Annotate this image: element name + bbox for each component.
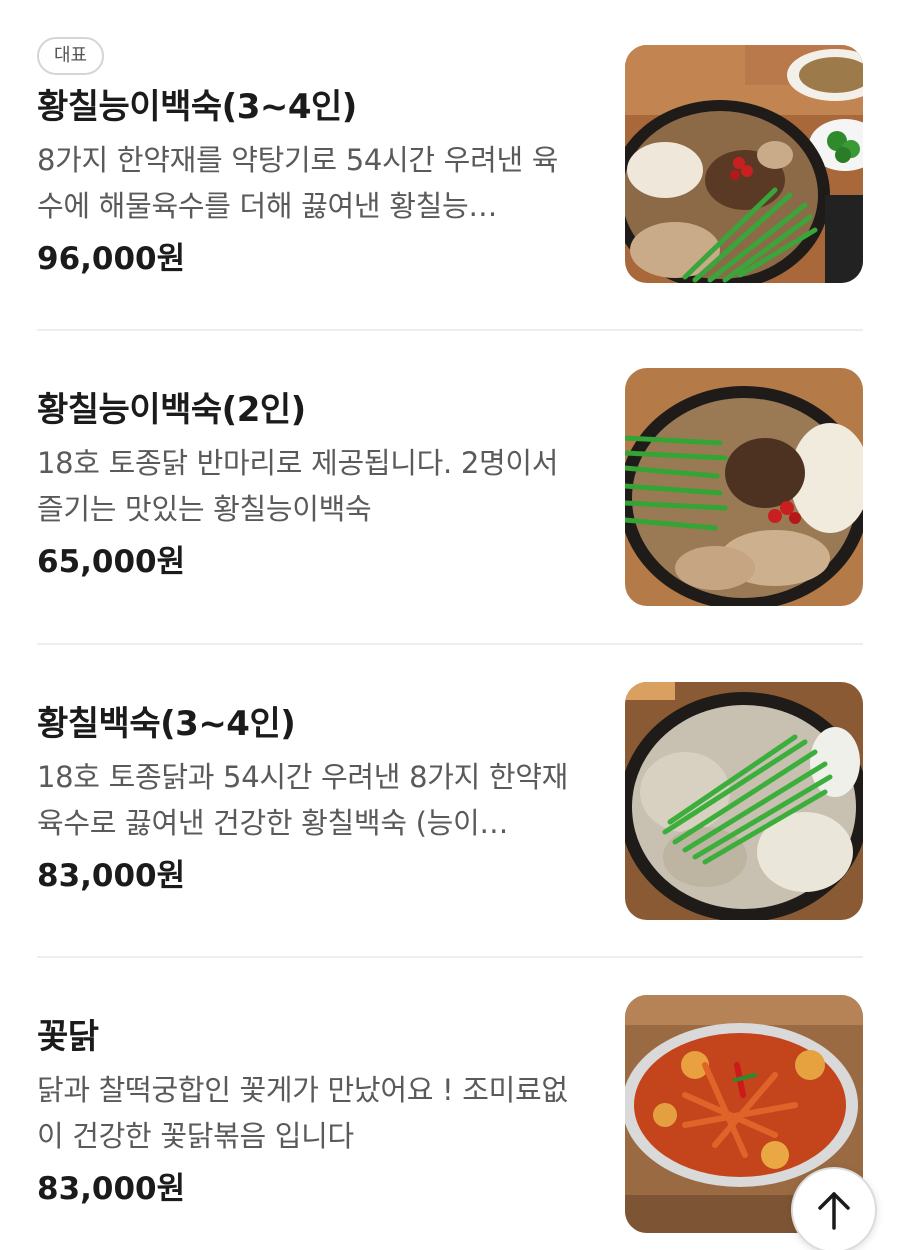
menu-item[interactable]: 황칠백숙(3~4인) 18호 토종닭과 54시간 우려낸 8가지 한약재육수로 …: [37, 682, 863, 922]
divider: [37, 643, 863, 645]
menu-item-text: 대표 황칠능이백숙(3~4인) 8가지 한약재를 약탕기로 54시간 우려낸 육…: [37, 37, 597, 279]
menu-item-photo[interactable]: [625, 368, 863, 606]
menu-item-price: 96,000원: [37, 241, 186, 277]
menu-item-title: 황칠능이백숙(2인): [37, 390, 306, 430]
menu-item-title: 황칠백숙(3~4인): [37, 704, 296, 744]
menu-item-description: 18호 토종닭 반마리로 제공됩니다. 2명이서 즐기는 맛있는 황칠능이백숙: [37, 446, 559, 526]
food-image: [625, 368, 863, 606]
menu-item-text: 꽃닭 닭과 찰떡궁합인 꽃게가 만났어요 ! 조미료없이 건강한 꽃닭볶음 입니…: [37, 1015, 597, 1209]
arrow-up-icon: [818, 1192, 850, 1230]
menu-item-photo[interactable]: [625, 45, 863, 283]
food-image: [625, 45, 863, 283]
menu-item-price: 83,000원: [37, 1171, 186, 1207]
menu-item-title: 황칠능이백숙(3~4인): [37, 87, 357, 127]
menu-item[interactable]: 황칠능이백숙(2인) 18호 토종닭 반마리로 제공됩니다. 2명이서 즐기는 …: [37, 368, 863, 608]
menu-item-text: 황칠백숙(3~4인) 18호 토종닭과 54시간 우려낸 8가지 한약재육수로 …: [37, 702, 597, 896]
menu-item-price: 65,000원: [37, 544, 186, 580]
scroll-to-top-button[interactable]: [791, 1167, 877, 1250]
food-image: [625, 682, 863, 920]
menu-item-price: 83,000원: [37, 858, 186, 894]
signature-badge: 대표: [37, 37, 105, 75]
menu-item[interactable]: 대표 황칠능이백숙(3~4인) 8가지 한약재를 약탕기로 54시간 우려낸 육…: [37, 37, 863, 287]
divider: [37, 956, 863, 958]
menu-item-description: 18호 토종닭과 54시간 우려낸 8가지 한약재육수로 끓여낸 건강한 황칠백…: [37, 760, 569, 840]
menu-item-photo[interactable]: [625, 682, 863, 920]
menu-item-text: 황칠능이백숙(2인) 18호 토종닭 반마리로 제공됩니다. 2명이서 즐기는 …: [37, 388, 597, 582]
divider: [37, 329, 863, 331]
menu-item-title: 꽃닭: [37, 1017, 99, 1057]
menu-item-description: 닭과 찰떡궁합인 꽃게가 만났어요 ! 조미료없이 건강한 꽃닭볶음 입니다: [37, 1073, 568, 1153]
menu-item[interactable]: 꽃닭 닭과 찰떡궁합인 꽃게가 만났어요 ! 조미료없이 건강한 꽃닭볶음 입니…: [37, 995, 863, 1235]
menu-item-description: 8가지 한약재를 약탕기로 54시간 우려낸 육수에 해물육수를 더해 끓여낸 …: [37, 143, 559, 223]
